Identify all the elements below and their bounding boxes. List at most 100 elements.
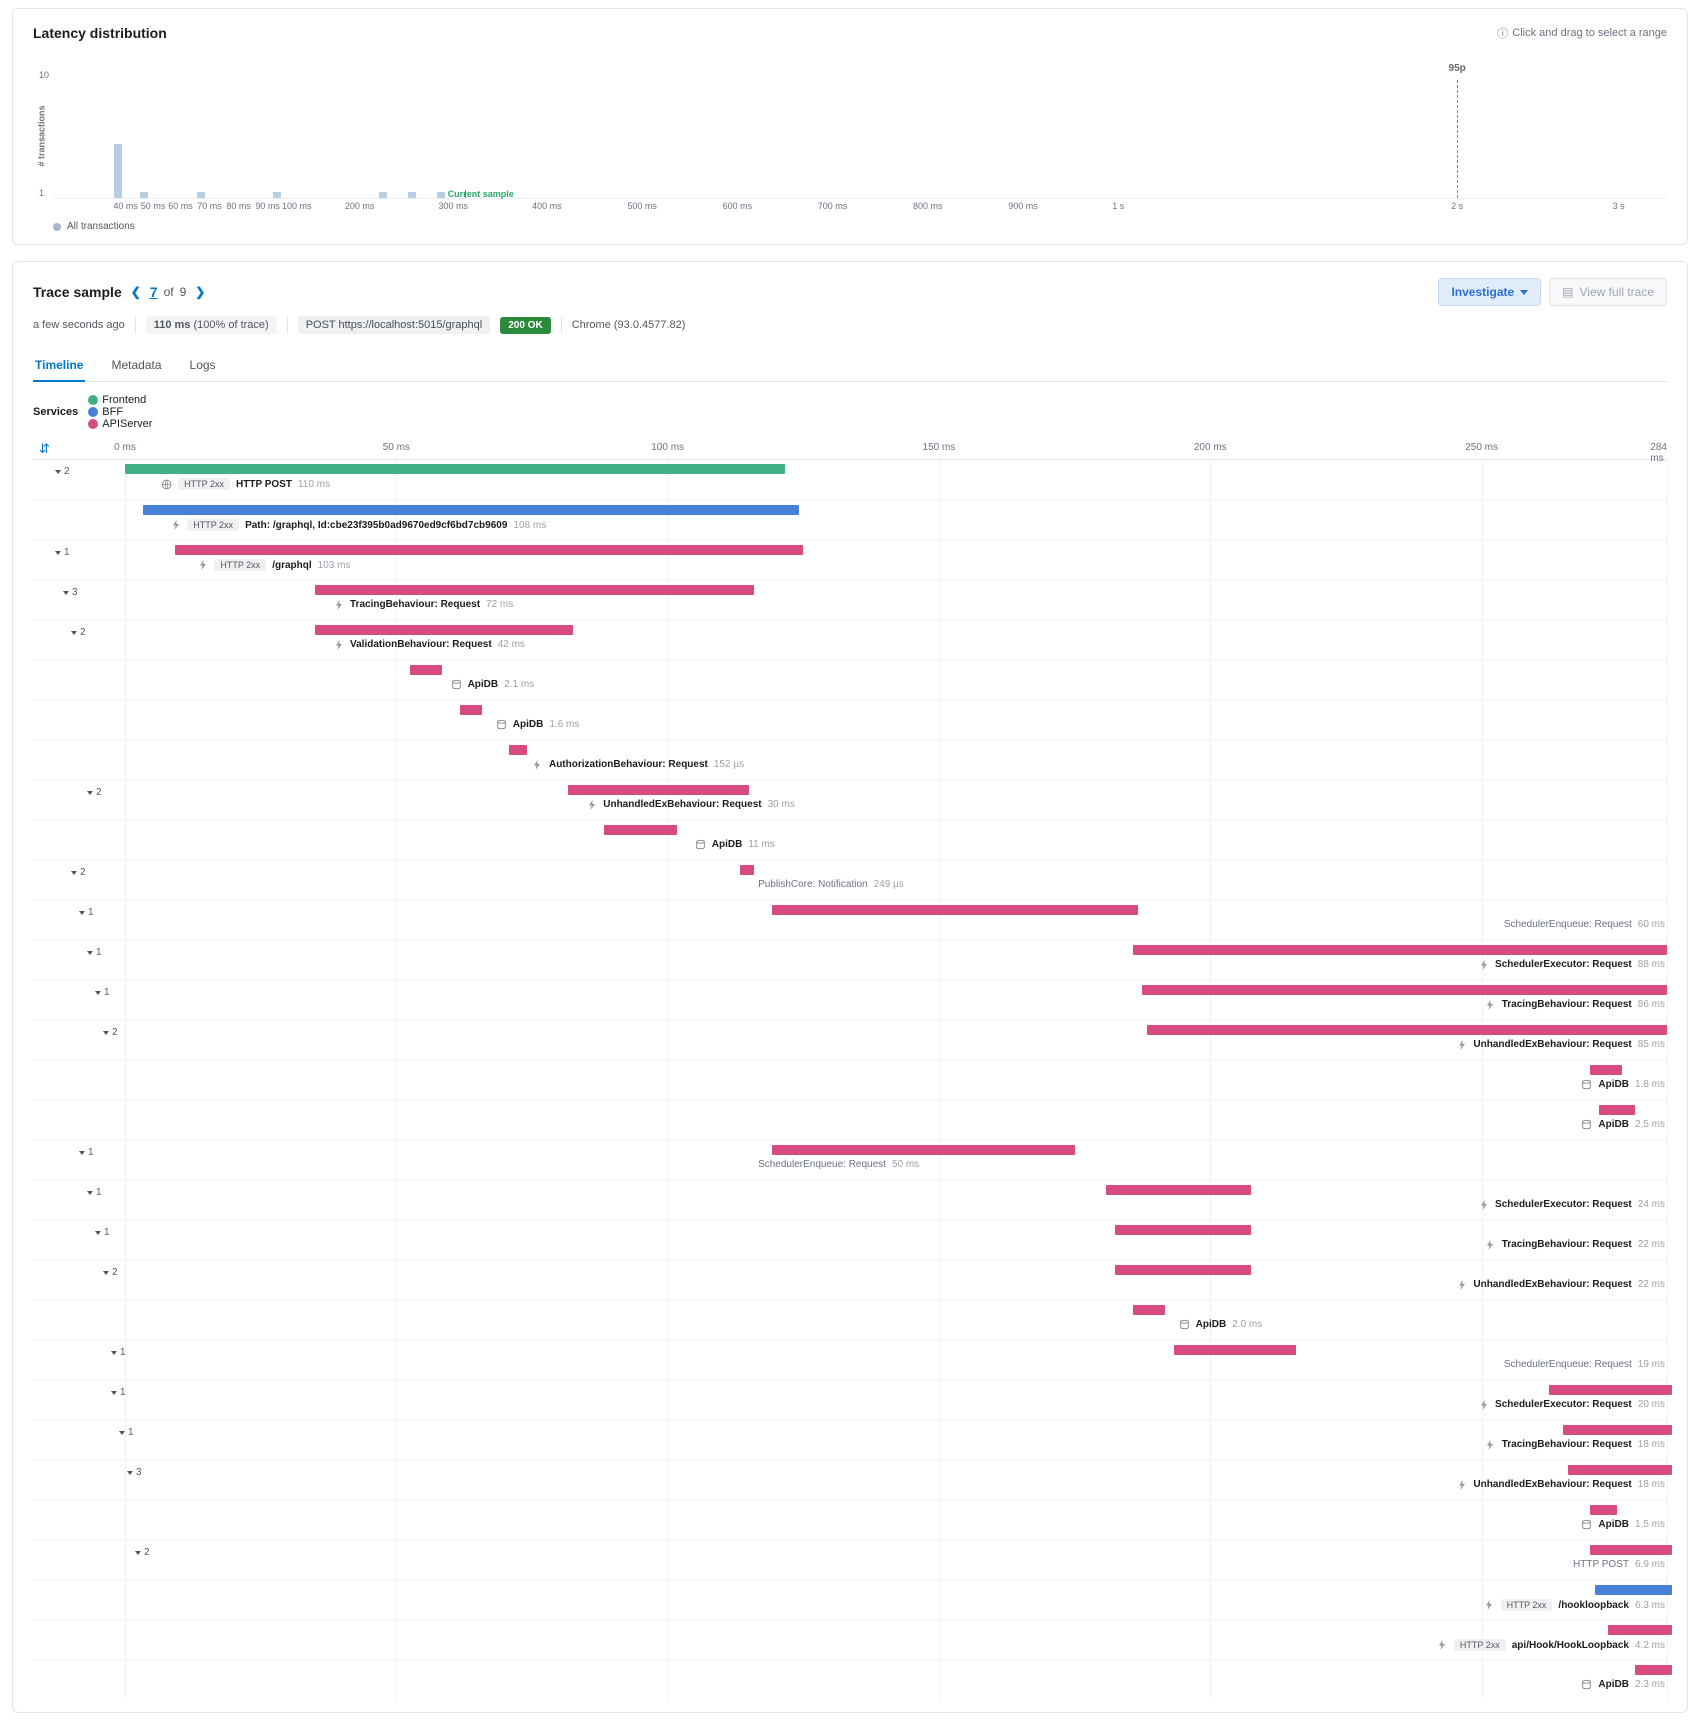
span-toggle[interactable]: 2 bbox=[87, 787, 102, 798]
span-bar[interactable] bbox=[1106, 1185, 1251, 1195]
latency-bar[interactable] bbox=[140, 192, 148, 198]
span-row[interactable]: ApiDB11 ms bbox=[33, 820, 1667, 860]
span-row[interactable]: ApiDB2.5 ms bbox=[33, 1100, 1667, 1140]
tab-metadata[interactable]: Metadata bbox=[109, 350, 163, 381]
span-bar[interactable] bbox=[772, 1145, 1075, 1155]
span-bar[interactable] bbox=[125, 464, 785, 474]
span-toggle[interactable]: 2 bbox=[71, 867, 86, 878]
span-bar[interactable] bbox=[1590, 1065, 1622, 1075]
database-icon bbox=[695, 839, 706, 850]
span-bar[interactable] bbox=[1599, 1105, 1635, 1115]
span-toggle[interactable]: 1 bbox=[95, 987, 110, 998]
pager-current[interactable]: 7 bbox=[150, 284, 158, 300]
latency-bar[interactable] bbox=[379, 192, 387, 198]
span-row[interactable]: ApiDB2.3 ms bbox=[33, 1660, 1667, 1700]
span-bar[interactable] bbox=[1608, 1625, 1671, 1635]
latency-bar[interactable] bbox=[114, 144, 122, 198]
span-bar[interactable] bbox=[1568, 1465, 1672, 1475]
span-row[interactable]: 2ValidationBehaviour: Request42 ms bbox=[33, 620, 1667, 660]
span-bar[interactable] bbox=[1563, 1425, 1672, 1435]
latency-bar[interactable] bbox=[408, 192, 416, 198]
span-bar[interactable] bbox=[1174, 1345, 1296, 1355]
span-bar[interactable] bbox=[509, 745, 527, 755]
span-row[interactable]: 1SchedulerEnqueue: Request50 ms bbox=[33, 1140, 1667, 1180]
span-row[interactable]: 2PublishCore: Notification249 µs bbox=[33, 860, 1667, 900]
span-bar[interactable] bbox=[1133, 1305, 1165, 1315]
span-bar[interactable] bbox=[740, 865, 754, 875]
latency-bar[interactable] bbox=[273, 192, 281, 198]
span-toggle[interactable]: 2 bbox=[55, 466, 70, 477]
latency-bar[interactable] bbox=[437, 192, 445, 198]
span-row[interactable]: 3UnhandledExBehaviour: Request18 ms bbox=[33, 1460, 1667, 1500]
tab-timeline[interactable]: Timeline bbox=[33, 350, 85, 382]
span-row[interactable]: 2UnhandledExBehaviour: Request85 ms bbox=[33, 1020, 1667, 1060]
span-row[interactable]: 3TracingBehaviour: Request72 ms bbox=[33, 580, 1667, 620]
span-row[interactable]: 1SchedulerEnqueue: Request19 ms bbox=[33, 1340, 1667, 1380]
span-row[interactable]: HTTP 2xx/hookloopback6.3 ms bbox=[33, 1580, 1667, 1620]
span-toggle[interactable]: 2 bbox=[71, 627, 86, 638]
span-toggle[interactable]: 1 bbox=[111, 1387, 126, 1398]
span-row[interactable]: 1TracingBehaviour: Request18 ms bbox=[33, 1420, 1667, 1460]
span-row[interactable]: ApiDB1.8 ms bbox=[33, 1060, 1667, 1100]
span-bar[interactable] bbox=[315, 625, 573, 635]
span-row[interactable]: 1SchedulerExecutor: Request88 ms bbox=[33, 940, 1667, 980]
service-legend-item[interactable]: Frontend bbox=[88, 394, 152, 406]
span-toggle[interactable]: 2 bbox=[103, 1267, 118, 1278]
span-row[interactable]: 1TracingBehaviour: Request86 ms bbox=[33, 980, 1667, 1020]
span-toggle[interactable]: 1 bbox=[87, 947, 102, 958]
span-row[interactable]: 1SchedulerExecutor: Request24 ms bbox=[33, 1180, 1667, 1220]
span-bar[interactable] bbox=[175, 545, 804, 555]
span-row[interactable]: HTTP 2xxapi/Hook/HookLoopback4.2 ms bbox=[33, 1620, 1667, 1660]
span-bar[interactable] bbox=[143, 505, 799, 515]
latency-bar[interactable] bbox=[197, 192, 205, 198]
pager-next-icon[interactable]: ❯ bbox=[192, 285, 208, 299]
span-row[interactable]: HTTP 2xxPath: /graphql, Id:cbe23f395b0ad… bbox=[33, 500, 1667, 540]
span-row[interactable]: 1TracingBehaviour: Request22 ms bbox=[33, 1220, 1667, 1260]
span-row[interactable]: ApiDB1.5 ms bbox=[33, 1500, 1667, 1540]
pager-prev-icon[interactable]: ❮ bbox=[128, 285, 144, 299]
bolt-icon bbox=[1456, 1479, 1467, 1490]
span-bar[interactable] bbox=[1115, 1225, 1251, 1235]
span-bar[interactable] bbox=[1147, 1025, 1667, 1035]
service-legend-item[interactable]: BFF bbox=[88, 406, 152, 418]
investigate-button[interactable]: Investigate bbox=[1438, 278, 1541, 306]
service-legend-item[interactable]: APIServer bbox=[88, 418, 152, 430]
span-bar[interactable] bbox=[604, 825, 676, 835]
span-row[interactable]: AuthorizationBehaviour: Request152 µs bbox=[33, 740, 1667, 780]
span-row[interactable]: 2HTTP POST6.9 ms bbox=[33, 1540, 1667, 1580]
span-toggle[interactable]: 1 bbox=[79, 1147, 94, 1158]
span-bar[interactable] bbox=[1549, 1385, 1671, 1395]
span-row[interactable]: ApiDB2.0 ms bbox=[33, 1300, 1667, 1340]
span-row[interactable]: 2UnhandledExBehaviour: Request22 ms bbox=[33, 1260, 1667, 1300]
span-toggle[interactable]: 1 bbox=[79, 907, 94, 918]
collapse-all-icon[interactable]: ⇵ bbox=[39, 441, 50, 457]
span-bar[interactable] bbox=[1142, 985, 1667, 995]
span-bar[interactable] bbox=[772, 905, 1138, 915]
span-toggle[interactable]: 1 bbox=[95, 1227, 110, 1238]
span-bar[interactable] bbox=[1590, 1545, 1671, 1555]
span-bar[interactable] bbox=[410, 665, 442, 675]
span-bar[interactable] bbox=[315, 585, 754, 595]
span-bar[interactable] bbox=[1115, 1265, 1251, 1275]
span-toggle[interactable]: 1 bbox=[111, 1347, 126, 1358]
latency-chart[interactable]: 1 10 Current sample 95p bbox=[53, 49, 1667, 199]
span-toggle[interactable]: 1 bbox=[87, 1187, 102, 1198]
span-row[interactable]: 2UnhandledExBehaviour: Request30 ms bbox=[33, 780, 1667, 820]
span-bar[interactable] bbox=[1595, 1585, 1672, 1595]
span-bar[interactable] bbox=[1133, 945, 1667, 955]
span-row[interactable]: ApiDB1.6 ms bbox=[33, 700, 1667, 740]
span-toggle[interactable]: 1 bbox=[55, 547, 70, 558]
span-row[interactable]: ApiDB2.1 ms bbox=[33, 660, 1667, 700]
span-bar[interactable] bbox=[1635, 1665, 1671, 1675]
span-row[interactable]: 2HTTP 2xxHTTP POST110 ms bbox=[33, 460, 1667, 500]
span-toggle[interactable]: 3 bbox=[63, 587, 78, 598]
span-bar[interactable] bbox=[460, 705, 483, 715]
tab-logs[interactable]: Logs bbox=[188, 350, 218, 381]
span-title: UnhandledExBehaviour: Request bbox=[1473, 1039, 1631, 1050]
span-row[interactable]: 1SchedulerEnqueue: Request60 ms bbox=[33, 900, 1667, 940]
span-bar[interactable] bbox=[568, 785, 749, 795]
span-row[interactable]: 1HTTP 2xx/graphql103 ms bbox=[33, 540, 1667, 580]
span-bar[interactable] bbox=[1590, 1505, 1617, 1515]
span-row[interactable]: 1SchedulerExecutor: Request20 ms bbox=[33, 1380, 1667, 1420]
span-toggle[interactable]: 2 bbox=[103, 1027, 118, 1038]
